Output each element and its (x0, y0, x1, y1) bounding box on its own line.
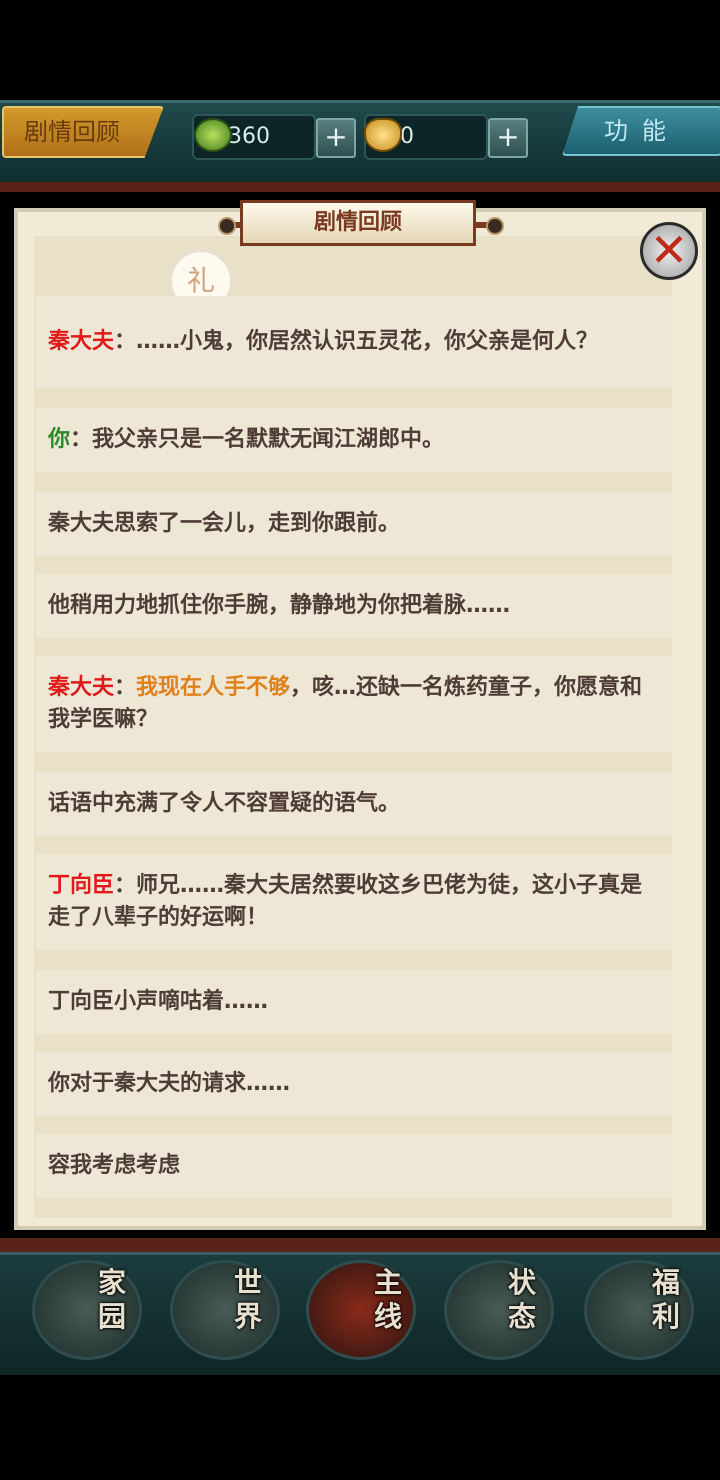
dialog-text: 丁向臣小声嘀咕着…… (48, 989, 269, 1014)
speaker: 秦大夫 (48, 329, 115, 354)
dialog-text: ：师兄……秦大夫居然要收这乡巴佬为徒，这小子真是走了八辈子的好运啊！ (48, 873, 643, 930)
nav-world-label-1: 世 (233, 1266, 262, 1299)
nav-status-label-2: 态 (507, 1300, 536, 1333)
dialog-text: 秦大夫思索了一会儿，走到你跟前。 (48, 511, 401, 536)
highlight-text: 我现在人手不够 (136, 675, 291, 700)
dialog-row: 丁向臣小声嘀咕着…… (36, 970, 672, 1034)
speaker: 丁向臣 (48, 873, 115, 898)
function-button[interactable]: 功能 (562, 106, 720, 156)
dialog-row: 你对于秦大夫的请求…… (36, 1052, 672, 1116)
speaker: 秦大夫 (48, 675, 115, 700)
jade-count: 360 (228, 124, 270, 149)
story-review-button[interactable]: 剧情回顾 (2, 106, 164, 158)
dialog-row: 你：我父亲只是一名默默无闻江湖郎中。 (36, 408, 672, 472)
nav-home-label-1: 家 (97, 1266, 126, 1299)
dialog-row: 容我考虑考虑 (36, 1134, 672, 1198)
nav-home-label-2: 园 (97, 1300, 126, 1333)
dialog-row: 秦大夫：我现在人手不够，咳…还缺一名炼药童子，你愿意和我学医嘛？ (36, 656, 672, 752)
separator: ： (114, 675, 137, 700)
nav-welfare-label-2: 利 (651, 1300, 680, 1333)
nav-main-label-1: 主 (373, 1266, 402, 1299)
gold-count: 0 (400, 124, 414, 149)
dialog-row: 话语中充满了令人不容置疑的语气。 (36, 772, 672, 836)
nav-welfare-label-1: 福 (651, 1266, 680, 1299)
dialog-text: ：……小鬼，你居然认识五灵花，你父亲是何人？ (114, 329, 599, 354)
close-button[interactable]: ✕ (640, 222, 698, 280)
nav-main-label-2: 线 (373, 1300, 402, 1333)
dialog-text: 话语中充满了令人不容置疑的语气。 (48, 791, 401, 816)
dialog-text: 容我考虑考虑 (48, 1153, 181, 1178)
dialog-text: ：我父亲只是一名默默无闻江湖郎中。 (70, 427, 445, 452)
add-gold-button[interactable]: + (488, 118, 528, 158)
scroll-knob-left (218, 217, 236, 235)
dialog-row: 他稍用力地抓住你手腕，静静地为你把着脉…… (36, 574, 672, 638)
add-jade-button[interactable]: + (316, 118, 356, 158)
nav-world-label-2: 界 (233, 1300, 262, 1333)
scroll-knob-right (486, 217, 504, 235)
speaker: 你 (48, 427, 71, 452)
divider (0, 182, 720, 192)
jade-coin-icon (194, 118, 232, 152)
gold-ingot-icon (364, 118, 402, 152)
nav-status-label-1: 状 (507, 1266, 536, 1299)
dialog-row: 秦大夫思索了一会儿，走到你跟前。 (36, 492, 672, 556)
dialog-text: 他稍用力地抓住你手腕，静静地为你把着脉…… (48, 593, 511, 618)
dialog-row: 秦大夫：……小鬼，你居然认识五灵花，你父亲是何人？ (36, 296, 672, 388)
divider (0, 1238, 720, 1252)
panel-title: 剧情回顾 (240, 200, 476, 246)
dialog-text: 你对于秦大夫的请求…… (48, 1071, 291, 1096)
dialog-row: 丁向臣：师兄……秦大夫居然要收这乡巴佬为徒，这小子真是走了八辈子的好运啊！ (36, 854, 672, 950)
